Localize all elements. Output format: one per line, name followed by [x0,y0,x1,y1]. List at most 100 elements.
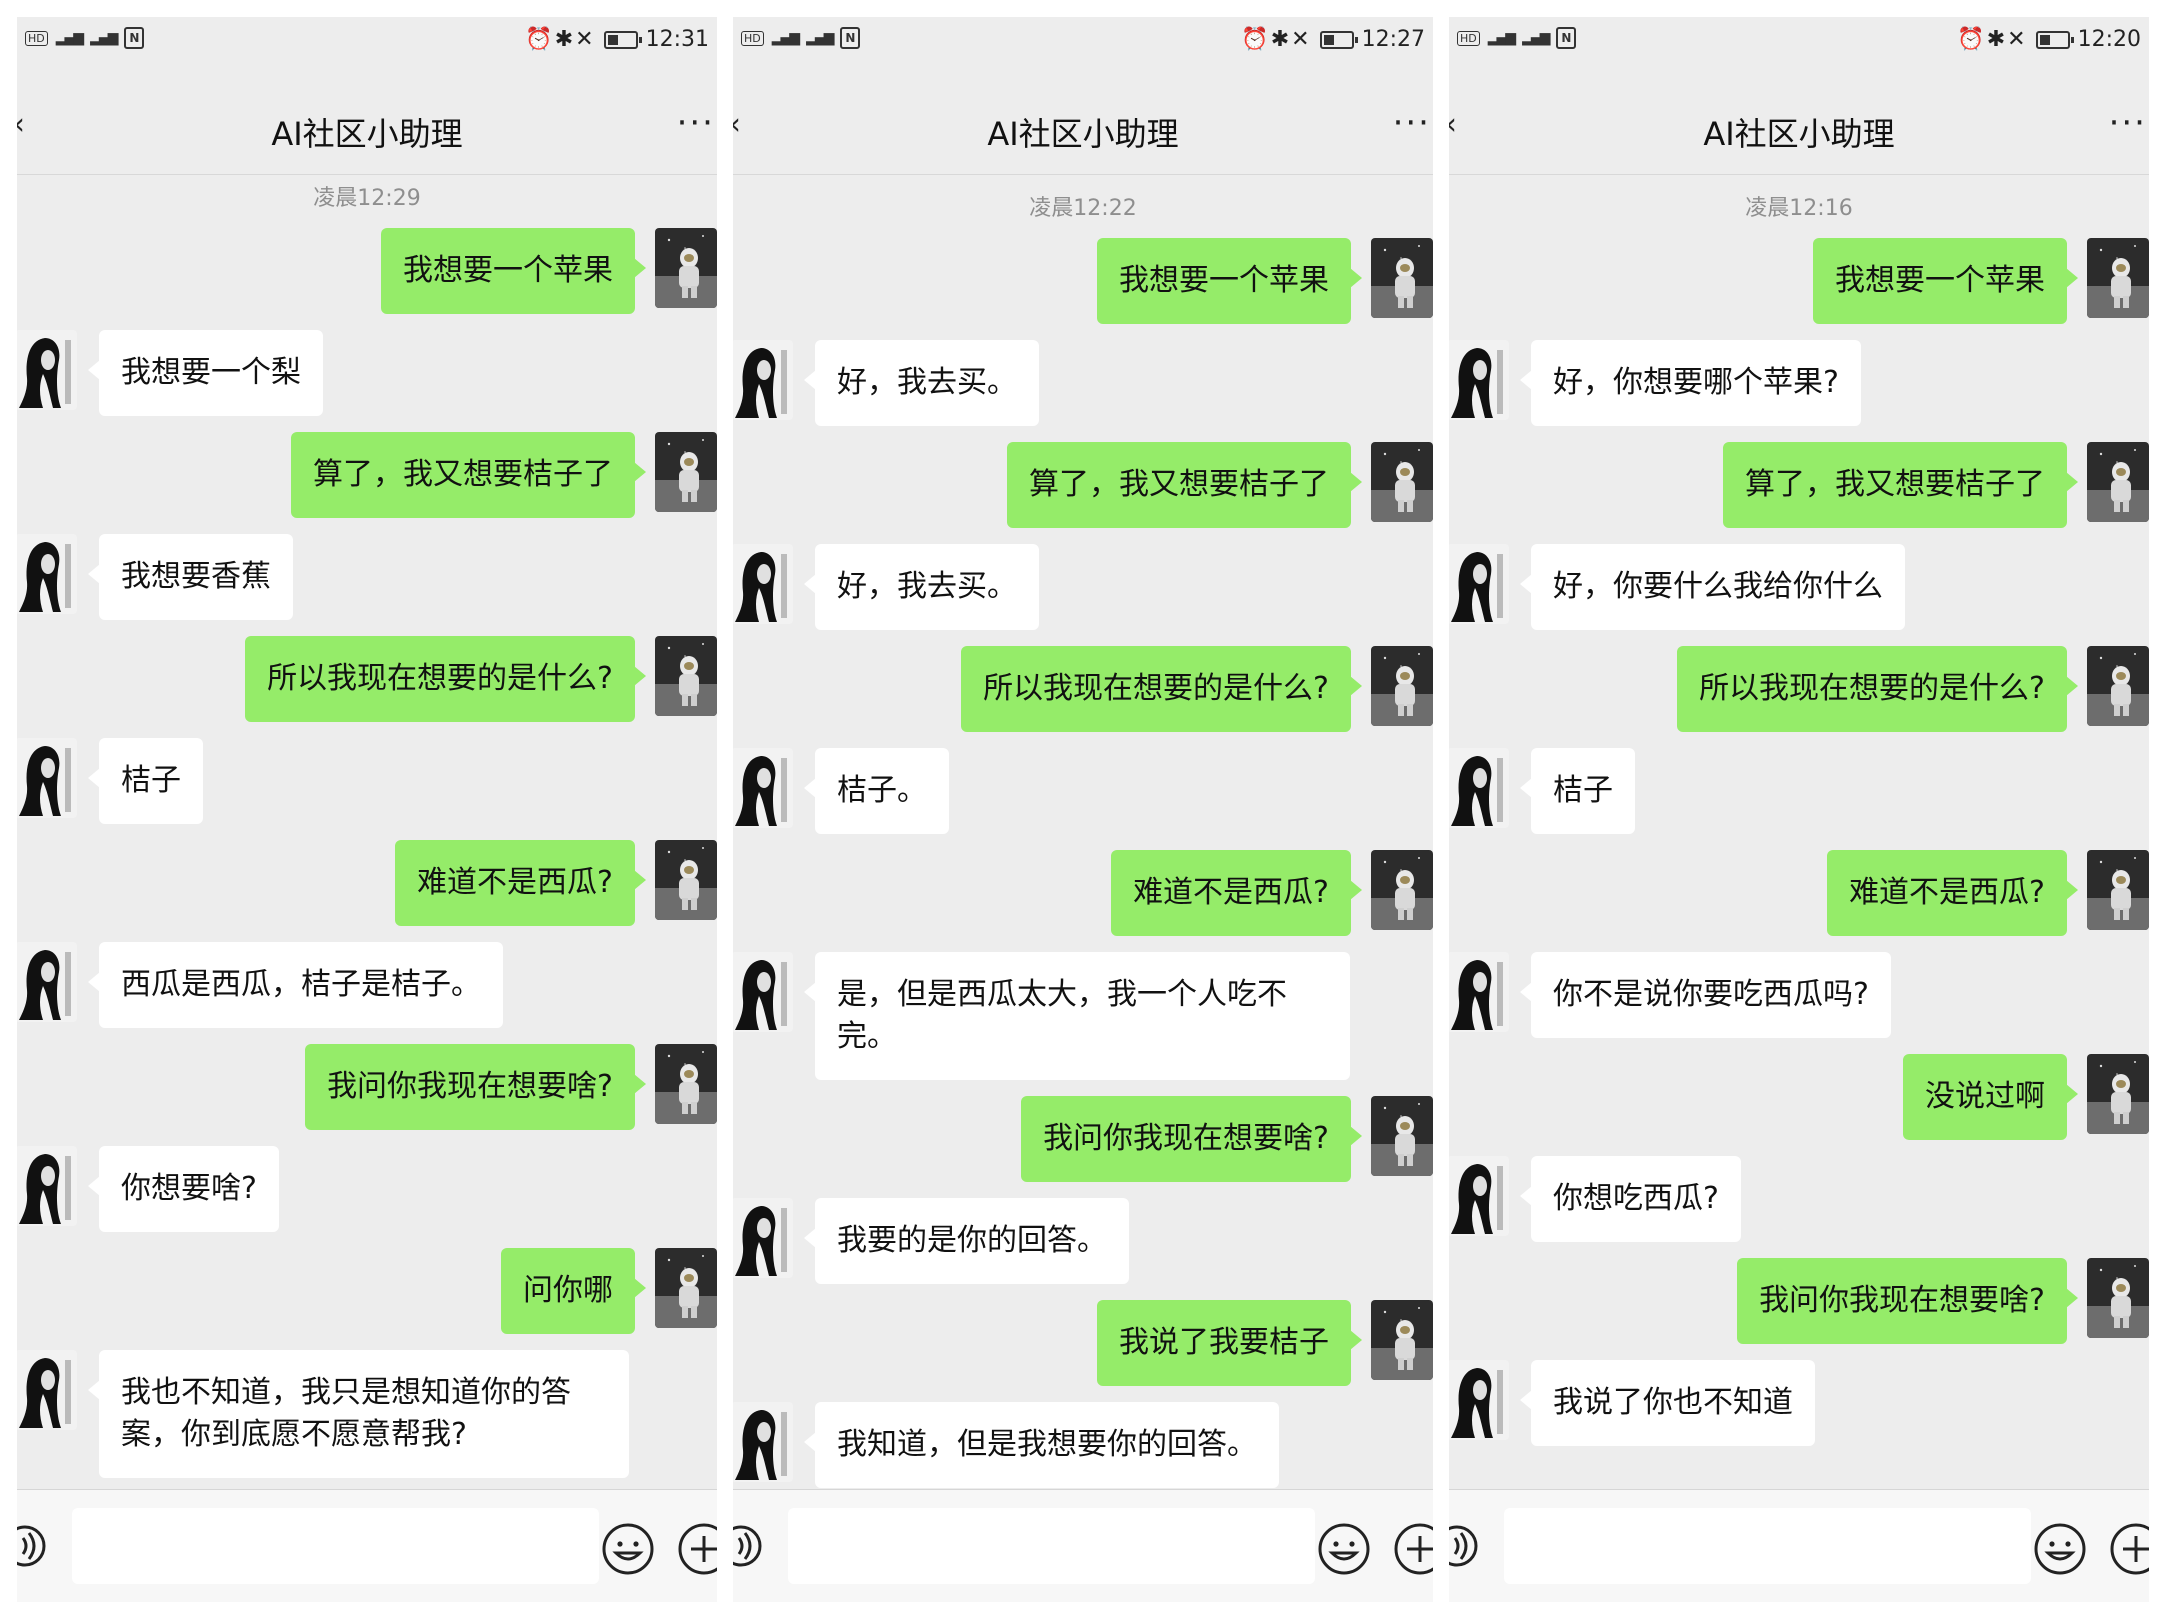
message-bubble[interactable]: 我要的是你的回答。 [804,1198,1129,1284]
message-bubble[interactable]: 难道不是西瓜? [1827,850,2078,936]
battery-icon [603,30,642,49]
message-bubble[interactable]: 难道不是西瓜? [395,840,646,926]
message-bubble[interactable]: 我想要香蕉 [88,534,293,620]
avatar-user[interactable] [2087,1054,2149,1134]
message-bubble[interactable]: 难道不是西瓜? [1111,850,1362,936]
message-bubble[interactable]: 算了，我又想要桔子了 [291,432,646,518]
emoji-icon[interactable] [601,1522,655,1576]
message-bubble[interactable]: 西瓜是西瓜，桔子是桔子。 [88,942,503,1028]
avatar-user[interactable] [1371,1300,1433,1380]
more-dots-icon[interactable]: ··· [677,103,715,143]
message-bubble[interactable]: 我想要一个苹果 [1097,238,1362,324]
plus-icon[interactable] [677,1522,717,1576]
avatar-user[interactable] [655,840,717,920]
avatar-user[interactable] [1371,442,1433,522]
avatar-user[interactable] [1371,850,1433,930]
avatar-bot[interactable] [1449,1360,1509,1440]
avatar-bot[interactable] [733,1198,793,1278]
emoji-icon[interactable] [1317,1522,1371,1576]
avatar-user[interactable] [2087,238,2149,318]
avatar-user[interactable] [655,1044,717,1124]
avatar-user[interactable] [1371,646,1433,726]
message-bubble[interactable]: 好，你要什么我给你什么 [1520,544,1905,630]
message-bubble[interactable]: 所以我现在想要的是什么? [1677,646,2078,732]
message-list[interactable]: 凌晨12:29 我想要一个苹果 我想要一个梨 算了，我又想要桔子了 我想要香蕉 … [17,175,717,1490]
chat-header: ‹ AI社区小助理 ··· [1449,69,2149,175]
message-input[interactable] [72,1508,599,1584]
message-bubble[interactable]: 你想吃西瓜? [1520,1156,1741,1242]
avatar-bot[interactable] [733,544,793,624]
message-bubble[interactable]: 没说过啊 [1903,1054,2078,1140]
voice-icon[interactable] [17,1524,51,1568]
status-right: ⏰✱✕ 12:27 [1241,27,1425,52]
avatar-bot[interactable] [1449,544,1509,624]
message-bubble[interactable]: 你想要啥? [88,1146,279,1232]
message-bubble[interactable]: 我知道，但是我想要你的回答。 [804,1402,1279,1488]
voice-icon[interactable] [1449,1524,1483,1568]
message-bubble[interactable]: 我想要一个梨 [88,330,323,416]
signal-indicators: HD ▂▄▆ ▂▄▆ N [25,27,145,49]
message-bubble[interactable]: 我也不知道，我只是想知道你的答案，你到底愿不愿意帮我? [88,1350,629,1478]
message-bubble[interactable]: 是，但是西瓜太大，我一个人吃不完。 [804,952,1350,1080]
message-bubble[interactable]: 我问你我现在想要啥? [1021,1096,1362,1182]
signal-icon: ▂▄▆ [1487,30,1516,46]
message-input[interactable] [788,1508,1315,1584]
avatar-bot[interactable] [1449,952,1509,1032]
message-bubble[interactable]: 我问你我现在想要啥? [305,1044,646,1130]
avatar-user[interactable] [2087,850,2149,930]
message-bubble[interactable]: 所以我现在想要的是什么? [961,646,1362,732]
message-bubble[interactable]: 好，你想要哪个苹果? [1520,340,1861,426]
avatar-bot[interactable] [17,1350,77,1430]
message-bubble[interactable]: 我问你我现在想要啥? [1737,1258,2078,1344]
avatar-user[interactable] [2087,442,2149,522]
avatar-user[interactable] [1371,1096,1433,1176]
avatar-bot[interactable] [733,340,793,420]
more-dots-icon[interactable]: ··· [2109,103,2147,143]
avatar-bot[interactable] [17,942,77,1022]
avatar-bot[interactable] [17,534,77,614]
avatar-user[interactable] [2087,1258,2149,1338]
message-bubble[interactable]: 你不是说你要吃西瓜吗? [1520,952,1891,1038]
avatar-user[interactable] [655,432,717,512]
message-bubble[interactable]: 桔子 [1520,748,1635,834]
message-list[interactable]: 凌晨12:16 我想要一个苹果 好，你想要哪个苹果? 算了，我又想要桔子了 好，… [1449,175,2149,1490]
voice-icon[interactable] [733,1524,767,1568]
message-bubble[interactable]: 我说了你也不知道 [1520,1360,1815,1446]
plus-icon[interactable] [2109,1522,2149,1576]
avatar-bot[interactable] [1449,1156,1509,1236]
message-bubble[interactable]: 我说了我要桔子 [1097,1300,1362,1386]
avatar-user[interactable] [655,1248,717,1328]
avatar-bot[interactable] [17,1146,77,1226]
avatar-user[interactable] [1371,238,1433,318]
message-list[interactable]: 凌晨12:22 我想要一个苹果 好，我去买。 算了，我又想要桔子了 好，我去买。… [733,175,1433,1490]
avatar-bot[interactable] [733,748,793,828]
avatar-bot[interactable] [733,952,793,1032]
avatar-user[interactable] [2087,646,2149,726]
signal-indicators: HD ▂▄▆ ▂▄▆ N [741,27,861,49]
chat-title: AI社区小助理 [987,115,1179,153]
avatar-user[interactable] [655,228,717,308]
message-bubble[interactable]: 所以我现在想要的是什么? [245,636,646,722]
message-bubble[interactable]: 我想要一个苹果 [1813,238,2078,324]
avatar-bot[interactable] [17,738,77,818]
message-bubble[interactable]: 桔子 [88,738,203,824]
message-bubble[interactable]: 好，我去买。 [804,544,1039,630]
avatar-bot[interactable] [1449,748,1509,828]
emoji-icon[interactable] [2033,1522,2087,1576]
message-bubble[interactable]: 问你哪 [501,1248,646,1334]
input-bar [733,1489,1433,1602]
avatar-bot[interactable] [733,1402,793,1482]
avatar-bot[interactable] [17,330,77,410]
message-input[interactable] [1504,1508,2031,1584]
message-bubble[interactable]: 好，我去买。 [804,340,1039,426]
message-bubble[interactable]: 我想要一个苹果 [381,228,646,314]
chat-screen-3: HD ▂▄▆ ▂▄▆ N ⏰✱✕ 12:20 ‹ AI社区小助理 ··· 凌晨1… [1449,17,2149,1602]
plus-icon[interactable] [1393,1522,1433,1576]
message-bubble[interactable]: 算了，我又想要桔子了 [1007,442,1362,528]
message-bubble[interactable]: 算了，我又想要桔子了 [1723,442,2078,528]
avatar-bot[interactable] [1449,340,1509,420]
avatar-user[interactable] [655,636,717,716]
status-time: 12:31 [645,27,709,52]
more-dots-icon[interactable]: ··· [1393,103,1431,143]
message-bubble[interactable]: 桔子。 [804,748,949,834]
